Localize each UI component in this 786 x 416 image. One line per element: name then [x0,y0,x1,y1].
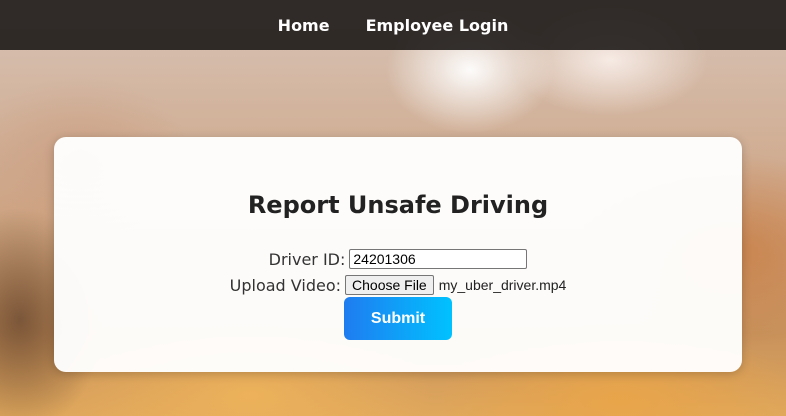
selected-file-name: my_uber_driver.mp4 [438,277,567,293]
driver-id-input[interactable] [349,249,528,269]
top-navbar: Home Employee Login [0,0,786,50]
nav-home-link[interactable]: Home [278,16,330,35]
upload-video-label: Upload Video: [229,275,342,295]
form-title: Report Unsafe Driving [247,191,549,219]
report-form-card: Report Unsafe Driving Driver ID: Upload … [54,137,742,372]
driver-id-label: Driver ID: [268,249,346,269]
upload-video-row: Upload Video: Choose File my_uber_driver… [54,275,742,295]
nav-employee-login-link[interactable]: Employee Login [366,16,509,35]
choose-file-button[interactable]: Choose File [345,275,434,295]
submit-button[interactable]: Submit [344,297,452,340]
driver-id-row: Driver ID: [54,249,742,269]
